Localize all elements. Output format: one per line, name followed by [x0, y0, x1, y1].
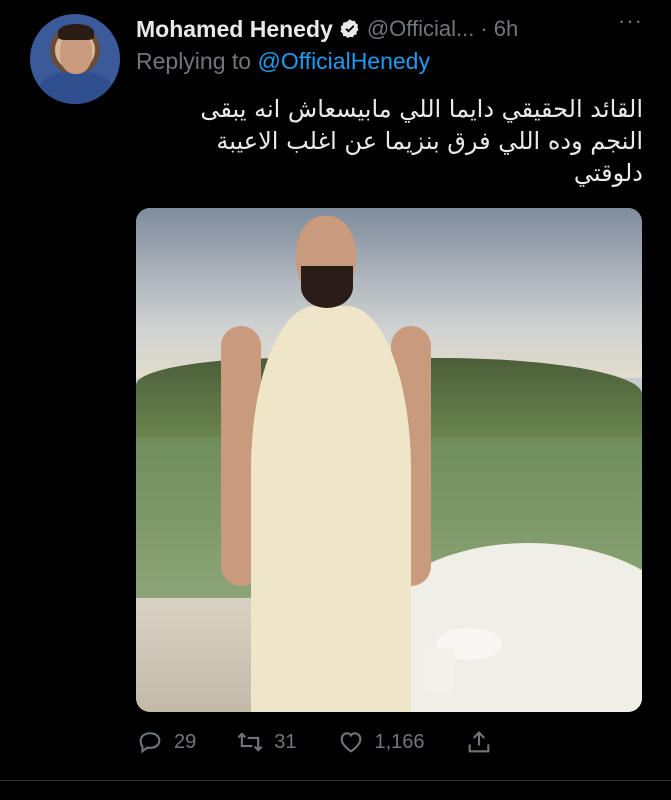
avatar-shirt — [40, 72, 112, 104]
replying-mention-link[interactable]: @OfficialHenedy — [257, 48, 430, 74]
tweet[interactable]: Mohamed Henedy @Official... · 6h ··· Rep… — [0, 0, 671, 800]
heart-icon — [340, 732, 361, 753]
reply-button[interactable]: 29 — [136, 728, 196, 756]
person-beard — [301, 266, 353, 308]
retweet-count: 31 — [274, 730, 297, 753]
photo-person — [221, 216, 431, 712]
reply-count: 29 — [174, 730, 197, 753]
tweet-photo[interactable] — [136, 208, 642, 712]
timestamp[interactable]: · 6h — [480, 16, 518, 42]
retweet-icon — [237, 732, 263, 752]
tweet-header: Mohamed Henedy @Official... · 6h ··· — [136, 8, 651, 44]
retweet-button[interactable]: 31 — [236, 728, 297, 756]
reply-icon — [139, 732, 161, 754]
like-count: 1,166 — [374, 730, 425, 753]
author-name[interactable]: Mohamed Henedy — [136, 16, 333, 43]
tweet-actions: 29 31 1,166 — [136, 725, 566, 759]
verified-badge-icon — [339, 18, 361, 40]
person-robe — [251, 306, 411, 712]
replying-prefix: Replying to — [136, 48, 252, 74]
like-button[interactable]: 1,166 — [337, 728, 425, 756]
avatar-hair — [58, 24, 94, 40]
share-button[interactable] — [465, 728, 503, 756]
author-handle[interactable]: @Official... — [367, 16, 475, 42]
tweet-text: القائد الحقيقي دايما اللي مابيسعاش انه ي… — [200, 95, 643, 187]
avatar[interactable] — [30, 14, 120, 104]
more-horizontal-icon[interactable]: ··· — [618, 8, 643, 34]
replying-to: Replying to @OfficialHenedy — [136, 48, 430, 75]
tweet-divider — [0, 780, 671, 781]
share-icon — [468, 731, 489, 753]
